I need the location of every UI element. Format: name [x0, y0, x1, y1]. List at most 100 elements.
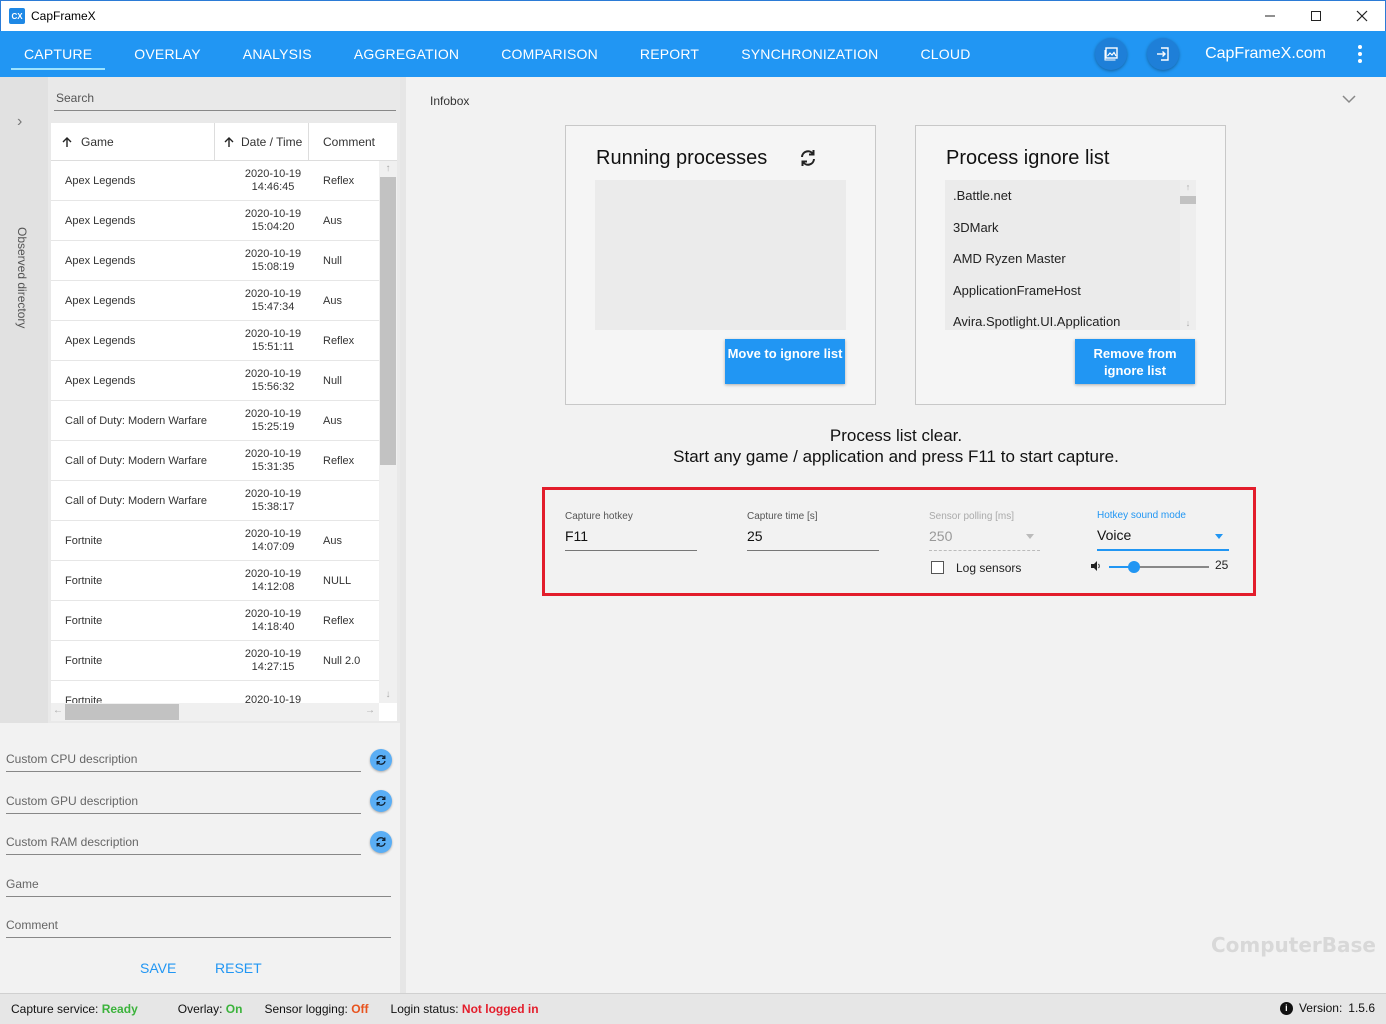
process-ignore-list[interactable]: .Battle.net 3DMark AMD Ryzen Master Appl…: [945, 180, 1196, 330]
tab-comparison[interactable]: COMPARISON: [480, 31, 619, 77]
save-button[interactable]: SAVE: [140, 960, 176, 976]
table-row[interactable]: Fortnite 2020-10-19 14:07:09 Aus: [51, 521, 379, 561]
info-icon[interactable]: i: [1279, 1001, 1293, 1015]
table-row[interactable]: Fortnite 2020-10-19 14:18:40 Reflex: [51, 601, 379, 641]
scroll-right-icon[interactable]: →: [365, 705, 375, 716]
custom-cpu-field[interactable]: Custom CPU description: [6, 746, 361, 772]
cell-game: Apex Legends: [65, 374, 136, 387]
observed-directory-label: Observed directory: [15, 227, 29, 329]
sort-arrow-up-icon: [62, 136, 72, 147]
cell-date: 2020-10-19: [244, 487, 302, 500]
table-row[interactable]: Apex Legends 2020-10-19 15:08:19 Null: [51, 241, 379, 281]
list-item[interactable]: 3DMark: [945, 212, 1196, 244]
capture-time-input[interactable]: 25: [747, 528, 879, 551]
capture-main: Infobox Running processes Move to ignore…: [406, 77, 1386, 993]
chevron-down-icon[interactable]: [1342, 91, 1356, 109]
custom-ram-field[interactable]: Custom RAM description: [6, 829, 361, 855]
running-processes-card: Running processes Move to ignore list: [565, 125, 876, 405]
minimize-icon[interactable]: [1247, 1, 1293, 31]
table-row[interactable]: Fortnite 2020-10-19: [51, 681, 379, 703]
list-item[interactable]: ApplicationFrameHost: [945, 275, 1196, 307]
vertical-scrollbar[interactable]: ↑ ↓: [379, 161, 397, 703]
tab-synchronization[interactable]: SYNCHRONIZATION: [720, 31, 899, 77]
table-row[interactable]: Apex Legends 2020-10-19 15:47:34 Aus: [51, 281, 379, 321]
volume-slider[interactable]: [1109, 560, 1209, 574]
comment-field[interactable]: Comment: [6, 912, 391, 938]
capture-hotkey-field[interactable]: Capture hotkey F11: [565, 511, 697, 551]
cell-datetime: 2020-10-19 15:31:35: [223, 448, 323, 474]
cell-datetime: 2020-10-19 15:04:20: [223, 208, 323, 234]
scroll-left-icon[interactable]: ←: [53, 705, 63, 716]
cell-comment: Aus: [323, 214, 342, 227]
custom-gpu-field[interactable]: Custom GPU description: [6, 788, 361, 814]
scrollbar-thumb[interactable]: [65, 704, 179, 720]
sensor-polling-field[interactable]: Sensor polling [ms] 250: [929, 511, 1040, 551]
window-title: CapFrameX: [31, 9, 96, 23]
scrollbar-thumb[interactable]: [1180, 196, 1196, 204]
sensor-polling-select[interactable]: 250: [929, 528, 1040, 551]
more-vert-icon[interactable]: [1348, 42, 1372, 66]
scroll-up-icon[interactable]: ↑: [379, 161, 397, 177]
capture-hotkey-label: Capture hotkey: [565, 511, 633, 522]
slider-thumb[interactable]: [1128, 561, 1140, 573]
cell-date: 2020-10-19: [244, 447, 302, 460]
cell-time: 14:46:45: [251, 180, 295, 193]
column-header-comment[interactable]: Comment: [309, 123, 375, 160]
remove-from-ignore-list-button[interactable]: Remove from ignore list: [1075, 339, 1195, 384]
list-item[interactable]: AMD Ryzen Master: [945, 243, 1196, 275]
capture-time-field[interactable]: Capture time [s] 25: [747, 511, 879, 551]
list-item[interactable]: Avira.Spotlight.UI.Application: [945, 306, 1196, 338]
table-row[interactable]: Fortnite 2020-10-19 14:27:15 Null 2.0: [51, 641, 379, 681]
table-row[interactable]: Apex Legends 2020-10-19 15:56:32 Null: [51, 361, 379, 401]
tab-aggregation[interactable]: AGGREGATION: [333, 31, 480, 77]
log-sensors-checkbox[interactable]: [931, 561, 944, 574]
hotkey-sound-mode-select[interactable]: Voice: [1097, 527, 1229, 551]
tab-capture[interactable]: CAPTURE: [3, 31, 113, 77]
scroll-up-icon[interactable]: ↑: [1180, 182, 1196, 192]
login-button[interactable]: [1147, 38, 1180, 70]
table-row[interactable]: Apex Legends 2020-10-19 15:04:20 Aus: [51, 201, 379, 241]
tab-analysis[interactable]: ANALYSIS: [222, 31, 333, 77]
table-row[interactable]: Fortnite 2020-10-19 14:12:08 NULL: [51, 561, 379, 601]
login-status-value: Not logged in: [461, 1002, 539, 1016]
tab-report[interactable]: REPORT: [619, 31, 720, 77]
reset-button[interactable]: RESET: [215, 960, 262, 976]
cell-game: Call of Duty: Modern Warfare: [65, 414, 208, 427]
app-logo-icon: CX: [9, 8, 25, 24]
game-field[interactable]: Game: [6, 871, 391, 897]
cell-date: 2020-10-19: [244, 247, 302, 260]
website-link[interactable]: CapFrameX.com: [1205, 45, 1326, 63]
search-input[interactable]: Search: [54, 87, 396, 111]
refresh-ram-button[interactable]: [370, 831, 392, 853]
table-row[interactable]: Apex Legends 2020-10-19 14:46:45 Reflex: [51, 161, 379, 201]
table-row[interactable]: Call of Duty: Modern Warfare 2020-10-19 15…: [51, 401, 379, 441]
tab-overlay[interactable]: OVERLAY: [113, 31, 222, 77]
cell-time: 14:07:09: [251, 540, 295, 553]
tab-cloud[interactable]: CLOUD: [900, 31, 992, 77]
maximize-icon[interactable]: [1293, 1, 1339, 31]
scroll-down-icon[interactable]: ↓: [379, 687, 397, 703]
move-to-ignore-list-button[interactable]: Move to ignore list: [725, 339, 845, 384]
close-icon[interactable]: [1339, 1, 1385, 31]
hotkey-sound-mode-field[interactable]: Hotkey sound mode Voice: [1097, 510, 1229, 551]
table-row[interactable]: Call of Duty: Modern Warfare 2020-10-19 15…: [51, 481, 379, 521]
capture-hotkey-input[interactable]: F11: [565, 528, 697, 551]
screenshot-button[interactable]: [1095, 38, 1128, 70]
scroll-down-icon[interactable]: ↓: [1180, 318, 1196, 328]
volume-value: 25: [1215, 558, 1229, 572]
refresh-icon[interactable]: [798, 148, 818, 168]
column-header-date[interactable]: Date / Time: [215, 123, 309, 160]
observed-directory-strip[interactable]: › Observed directory: [0, 77, 48, 723]
list-item[interactable]: .Battle.net: [945, 180, 1196, 212]
vertical-scrollbar[interactable]: ↑ ↓: [1180, 180, 1196, 330]
column-header-game[interactable]: Game: [51, 123, 215, 160]
horizontal-scrollbar[interactable]: ← →: [51, 703, 379, 721]
refresh-gpu-button[interactable]: [370, 790, 392, 812]
scrollbar-thumb[interactable]: [380, 177, 396, 465]
chevron-right-icon[interactable]: ›: [17, 113, 22, 131]
table-row[interactable]: Apex Legends 2020-10-19 15:51:11 Reflex: [51, 321, 379, 361]
refresh-cpu-button[interactable]: [370, 749, 392, 771]
running-processes-list[interactable]: [595, 180, 846, 330]
table-row[interactable]: Call of Duty: Modern Warfare 2020-10-19 15…: [51, 441, 379, 481]
cell-date: 2020-10-19: [244, 607, 302, 620]
